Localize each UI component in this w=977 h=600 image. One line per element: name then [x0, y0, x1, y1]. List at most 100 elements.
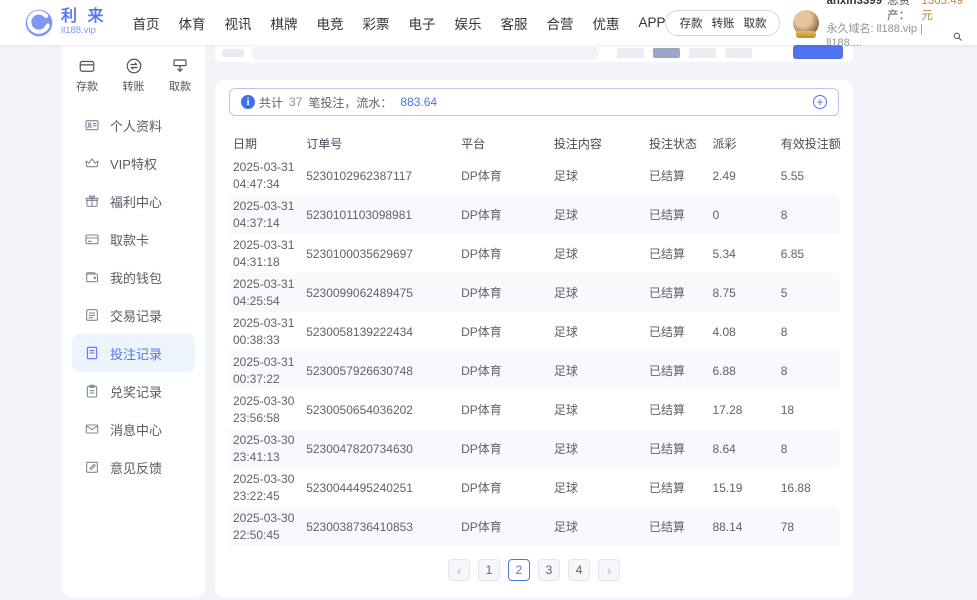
sidebar-item[interactable]: 兑奖记录 [72, 372, 195, 410]
pill-action[interactable]: 转账 [711, 15, 734, 31]
table-row: 2025-03-31 04:37:14 5230101103098981 DP体育… [229, 195, 839, 234]
bet-status: 已结算 [649, 286, 686, 300]
bets-icon [84, 345, 100, 361]
bet-time: 04:37:14 [233, 215, 280, 230]
order-number: 5230057926630748 [306, 363, 413, 378]
summary-middle: 笔投注，流水： [308, 95, 393, 110]
sidebar-item[interactable]: VIP特权 [72, 144, 195, 182]
valid-bet-amount: 16.88 [780, 480, 811, 495]
quick-action-label: 取款 [169, 81, 191, 93]
valid-bet-amount: 78 [780, 519, 795, 534]
brand-logo[interactable]: 利 来 ll188.vip [24, 8, 106, 38]
payout: 8.64 [712, 441, 736, 456]
payout: 17.28 [712, 402, 743, 417]
user-area[interactable]: anxin3399 总资产： 1363.49元 永久域名: ll188.vip … [793, 0, 963, 51]
sidebar-item[interactable]: 消息中心 [72, 410, 195, 448]
column-header: 订单号 [306, 136, 343, 151]
sidebar-item-label: 我的钱包 [110, 270, 163, 286]
quick-action[interactable]: 存款 [76, 57, 98, 94]
page-button-2[interactable]: 2 [508, 559, 530, 581]
table-row: 2025-03-31 04:47:34 5230102962387117 DP体育… [229, 156, 839, 195]
nav-item[interactable]: 合营 [546, 13, 573, 33]
sidebar-item-label: 取款卡 [110, 232, 150, 248]
bet-status: 已结算 [649, 325, 686, 339]
sidebar-item[interactable]: 个人资料 [72, 106, 195, 144]
platform: DP体育 [461, 169, 502, 183]
bet-content: 足球 [553, 481, 578, 495]
valid-bet-amount: 8 [780, 441, 788, 456]
expand-plus-icon[interactable] [813, 95, 827, 109]
bet-content: 足球 [553, 247, 578, 261]
summary-prefix: 共计 [259, 95, 284, 110]
sidebar-item[interactable]: 福利中心 [72, 182, 195, 220]
vip-icon [84, 155, 100, 171]
pill-action[interactable]: 取款 [743, 15, 766, 31]
username: anxin3399 [826, 0, 883, 8]
quick-action[interactable]: 取款 [169, 57, 191, 94]
order-number: 5230047820734630 [306, 441, 413, 456]
nav-item[interactable]: 优惠 [592, 13, 619, 33]
pagination: ‹ 1 2 3 4 › [229, 559, 839, 581]
nav-item[interactable]: 彩票 [362, 13, 389, 33]
search-icon[interactable] [952, 31, 963, 42]
wallet-actions-pill: 存款 转账 取款 [665, 9, 781, 36]
sidebar-item[interactable]: 取款卡 [72, 220, 195, 258]
nav-item[interactable]: 首页 [132, 13, 159, 33]
nav-item[interactable]: 电子 [408, 13, 435, 33]
sidebar-item[interactable]: 交易记录 [72, 296, 195, 334]
payout: 0 [712, 207, 720, 222]
filter-date-input[interactable] [251, 47, 599, 60]
sidebar-item[interactable]: 意见反馈 [72, 448, 195, 486]
payout: 4.08 [712, 324, 736, 339]
nav-item[interactable]: 客服 [500, 13, 527, 33]
platform: DP体育 [461, 481, 502, 495]
valid-bet-amount: 8 [780, 363, 788, 378]
sidebar-item[interactable]: 投注记录 [72, 334, 195, 372]
bet-status: 已结算 [649, 403, 686, 417]
next-page-button[interactable]: › [598, 559, 620, 581]
welfare-icon [84, 193, 100, 209]
nav-item[interactable]: 视讯 [224, 13, 251, 33]
nav-item[interactable]: 体育 [178, 13, 205, 33]
nav-item[interactable]: 棋牌 [270, 13, 297, 33]
payout: 15.19 [712, 480, 743, 495]
bet-date: 2025-03-30 [233, 472, 295, 487]
payout: 2.49 [712, 168, 736, 183]
quick-action[interactable]: 转账 [123, 57, 145, 94]
bet-content: 足球 [553, 208, 578, 222]
sidebar-item-label: 消息中心 [110, 422, 163, 438]
summary-turnover: 883.64 [400, 95, 438, 109]
sidebar-item[interactable]: 我的钱包 [72, 258, 195, 296]
sidebar-menu: 个人资料 VIP特权 福利中心 取款卡 我的钱包 交易记录 投注记录 兑奖记录 [62, 98, 205, 486]
bet-date: 2025-03-30 [233, 433, 295, 448]
info-icon [241, 95, 255, 109]
brand-logo-icon [24, 8, 54, 38]
valid-bet-amount: 8 [780, 207, 788, 222]
bet-status: 已结算 [649, 481, 686, 495]
prev-page-button[interactable]: ‹ [448, 559, 470, 581]
bet-content: 足球 [553, 403, 578, 417]
pill-action[interactable]: 存款 [679, 15, 702, 31]
transfer-icon [125, 57, 143, 75]
order-number: 5230099062489475 [306, 285, 413, 300]
sidebar-item-label: 福利中心 [110, 194, 163, 210]
bet-date: 2025-03-31 [233, 238, 295, 253]
withdraw-icon [171, 57, 189, 75]
nav-item[interactable]: 电竞 [316, 13, 343, 33]
nav-item[interactable]: APP [638, 15, 665, 30]
page-button-1[interactable]: 1 [478, 559, 500, 581]
platform: DP体育 [461, 364, 502, 378]
bet-content: 足球 [553, 364, 578, 378]
bet-time: 04:31:18 [233, 254, 280, 269]
nav-item[interactable]: 娱乐 [454, 13, 481, 33]
filter-chip[interactable] [617, 48, 644, 58]
main-nav: 首页 体育 视讯 棋牌 电竞 彩票 电子 娱乐 客服 合营 优惠 APP [132, 13, 665, 33]
avatar[interactable] [793, 9, 820, 38]
page-button-3[interactable]: 3 [538, 559, 560, 581]
page-button-4[interactable]: 4 [568, 559, 590, 581]
column-header: 日期 [233, 136, 258, 151]
order-number: 5230101103098981 [306, 207, 413, 222]
messages-icon [84, 421, 100, 437]
bet-date: 2025-03-31 [233, 316, 295, 331]
bet-content: 足球 [553, 169, 578, 183]
